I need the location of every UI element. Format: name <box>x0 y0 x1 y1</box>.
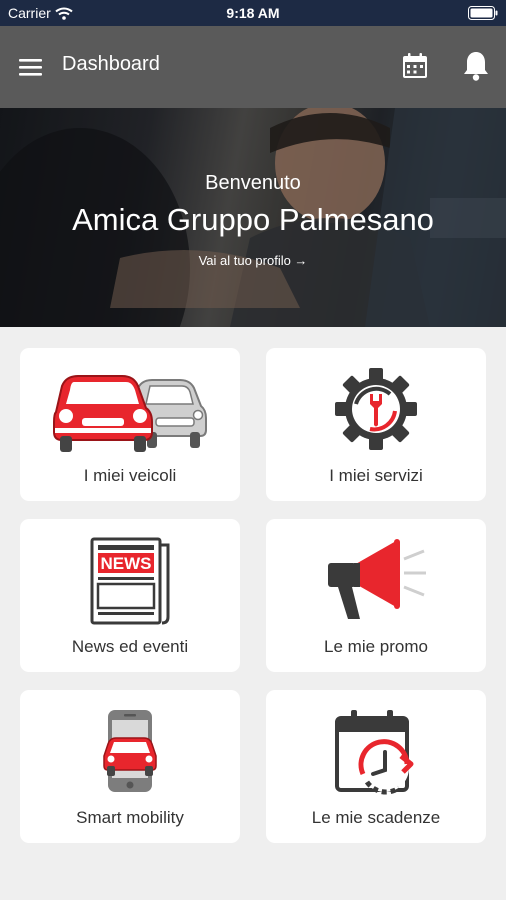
megaphone-icon <box>328 539 426 619</box>
gear-wrench-icon <box>335 368 417 450</box>
tile-label: I miei servizi <box>329 466 423 485</box>
hero-banner: Benvenuto Amica Gruppo Palmesano Vai al … <box>0 108 506 327</box>
car-icon <box>53 375 207 452</box>
status-bar: Carrier 9:18 AM <box>0 0 506 26</box>
hero-greeting: Benvenuto <box>205 172 301 194</box>
calendar-clock-icon <box>335 710 414 795</box>
news-badge-text: NEWS <box>101 554 152 573</box>
hamburger-menu-icon[interactable] <box>18 56 44 78</box>
hero-user-name: Amica Gruppo Palmesano <box>72 202 434 237</box>
page-title: Dashboard <box>62 53 160 75</box>
tile-news-events[interactable]: NEWS News ed eventi <box>20 519 240 672</box>
profile-link[interactable]: Vai al tuo profilo → <box>0 253 506 268</box>
tile-my-services[interactable]: I miei servizi <box>266 348 486 501</box>
tile-label: Le mie promo <box>324 637 428 656</box>
battery-icon <box>468 6 498 20</box>
tile-smart-mobility[interactable]: Smart mobility <box>20 690 240 843</box>
notification-bell-icon[interactable] <box>462 50 490 82</box>
tile-label: I miei veicoli <box>83 466 177 485</box>
smartphone-car-icon <box>103 710 157 792</box>
tile-label: News ed eventi <box>71 637 189 656</box>
tile-my-promo[interactable]: Le mie promo <box>266 519 486 672</box>
newspaper-icon: NEWS <box>90 537 170 625</box>
tile-my-deadlines[interactable]: Le mie scadenze <box>266 690 486 843</box>
status-time: 9:18 AM <box>226 5 280 21</box>
nav-bar: Dashboard <box>0 26 506 108</box>
tile-label: Smart mobility <box>76 808 184 827</box>
calendar-icon[interactable] <box>402 52 428 80</box>
tile-label: Le mie scadenze <box>311 808 441 827</box>
tile-my-vehicles[interactable]: I miei veicoli <box>20 348 240 501</box>
